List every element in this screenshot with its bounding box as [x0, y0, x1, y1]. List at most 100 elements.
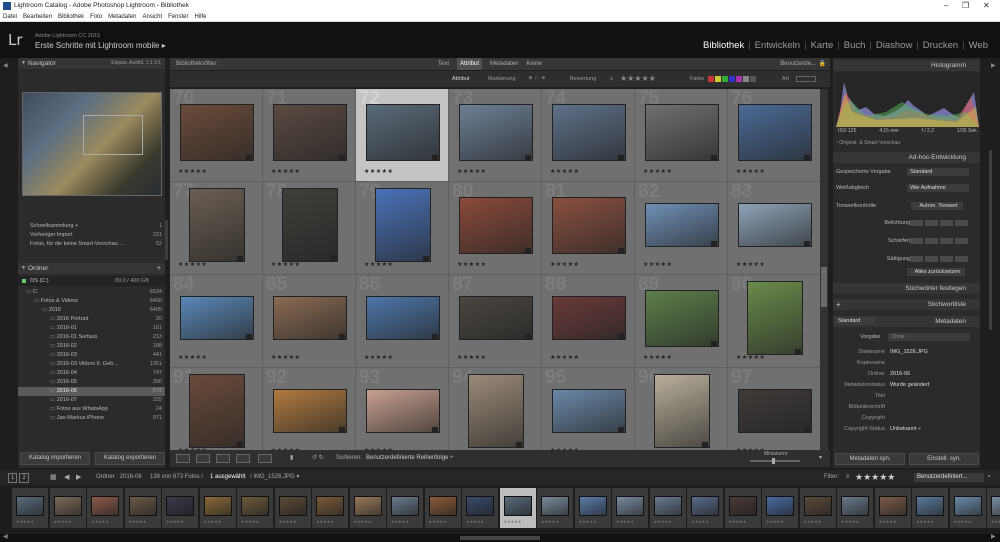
drive-row[interactable]: OS (C:) 89,0 / 400 GB [18, 276, 165, 286]
kind-filter-icons[interactable] [796, 76, 816, 82]
rating-stars[interactable]: ★★★★★ [550, 261, 579, 268]
menu-item[interactable]: Foto [90, 12, 102, 21]
thumbnail[interactable] [737, 203, 812, 247]
metadata-preset-select[interactable]: Standard [835, 317, 875, 325]
filmstrip-thumb[interactable]: ★★★★★ [424, 488, 461, 528]
grid-cell[interactable]: 75 ★★★★★ [635, 89, 728, 182]
catalog-item[interactable]: Vorheriger Import 221 [18, 231, 165, 240]
grid-cell[interactable]: 76 ★★★★★ [728, 89, 820, 182]
filmstrip-filter-preset[interactable]: Benutzerdefiniert... [914, 473, 984, 482]
thumbnail[interactable] [365, 296, 440, 340]
metadata-field-value[interactable]: Wurde geändert [890, 380, 929, 390]
filmstrip-thumb[interactable]: ★★★★★ [874, 488, 911, 528]
right-panel-toggle-icon[interactable]: ▶ [991, 62, 996, 69]
catalog-title[interactable]: Erste Schritte mit Lightroom mobile ▸ [35, 41, 166, 50]
rating-stars[interactable]: ★★★★★ [736, 261, 765, 268]
thumbnail[interactable] [272, 296, 347, 340]
color-swatch[interactable] [736, 76, 742, 82]
filmstrip-thumb[interactable]: ★★★★★ [537, 488, 573, 528]
forward-arrow-icon[interactable]: ▶ [76, 470, 81, 485]
folder-row[interactable]: ▭ 2016-03 441 [18, 351, 165, 360]
rating-stars[interactable]: ★★★★★ [457, 261, 486, 268]
quick-develop-buttons[interactable] [910, 220, 968, 226]
navigator-preview[interactable] [22, 92, 162, 196]
filmstrip-thumb[interactable]: ★★★★★ [574, 488, 611, 528]
module-web[interactable]: Web [965, 40, 992, 51]
filmstrip-thumb[interactable]: ★★★★★ [649, 488, 686, 528]
keywording-header[interactable]: Stichwörter festlegen [833, 283, 980, 294]
grid-cell[interactable]: 74 ★★★★★ [542, 89, 635, 182]
grid-cell[interactable]: 89 ★★★★★ [635, 274, 728, 368]
menu-item[interactable]: Bearbeiten [23, 12, 52, 21]
grid-cell[interactable]: 78 ★★★★★ [263, 181, 356, 275]
folder-row[interactable]: ▭ Jan-Markus iPhone 971 [18, 414, 165, 423]
histogram-header[interactable]: Histogramm [833, 60, 980, 71]
folder-row[interactable]: ▭ 2016-04 747 [18, 369, 165, 378]
rating-stars[interactable]: ★★★★★ [643, 168, 672, 175]
metadata-field-value[interactable]: Unbekannt ÷ [890, 424, 921, 434]
rating-stars[interactable]: ★★★★★ [550, 168, 579, 175]
white-balance-select[interactable]: Wie Aufnahme [907, 184, 969, 192]
color-swatch[interactable] [715, 76, 721, 82]
sync-metadata-button[interactable]: Metadaten syn. [835, 453, 905, 465]
grid-cell[interactable]: 88 ★★★★★ [542, 274, 635, 368]
thumbnail[interactable] [188, 374, 245, 448]
filmstrip-filter-stars[interactable]: ★★★★★ [855, 470, 895, 485]
filmstrip-thumb[interactable]: ★★★★★ [724, 488, 761, 528]
rating-stars[interactable]: ★★★★★ [364, 168, 393, 175]
rating-stars[interactable]: ★★★★★ [736, 168, 765, 175]
folder-row[interactable]: ▭ Fotos aus WhatsApp 24 [18, 405, 165, 414]
filmstrip-thumb[interactable]: ★★★★★ [949, 488, 986, 528]
menu-item[interactable]: Ansicht [142, 12, 162, 21]
folder-row[interactable]: ▭ 2016 6405 [18, 306, 165, 315]
thumbnail-size-slider[interactable] [750, 458, 800, 464]
filmstrip-thumb[interactable]: ★★★★★ [912, 488, 948, 528]
grid-cell[interactable]: 86 ★★★★★ [356, 274, 449, 368]
grid-cell[interactable]: 77 ★★★★★ [170, 181, 263, 275]
grid-scrollbar[interactable] [820, 89, 828, 450]
thumbnail[interactable] [644, 289, 719, 347]
thumbnail[interactable] [737, 103, 812, 161]
thumbnail[interactable] [644, 103, 719, 161]
loupe-view-icon[interactable] [196, 454, 210, 463]
thumbnail[interactable] [281, 188, 338, 262]
folder-row[interactable]: ▭ 2016-05 390 [18, 378, 165, 387]
filmstrip-thumb[interactable]: ★★★★★ [312, 488, 348, 528]
menu-item[interactable]: Hilfe [194, 12, 206, 21]
color-swatch[interactable] [708, 76, 714, 82]
grid-scroll-thumb[interactable] [821, 267, 827, 307]
thumbnail[interactable] [551, 196, 626, 254]
filmstrip-thumb[interactable]: ★★★★★ [162, 488, 198, 528]
filter-tab-keine[interactable]: Keine [526, 58, 541, 70]
color-label-swatches[interactable] [708, 76, 756, 82]
export-catalog-button[interactable]: Katalog exportieren [95, 452, 165, 465]
keyword-list-header[interactable]: + Stichwortliste [833, 299, 980, 310]
thumbnail[interactable] [746, 281, 803, 355]
navigator-header[interactable]: ▼ Navigator Einpas. Ausfül. 1:1 3:1 [18, 58, 165, 69]
catalog-item[interactable]: Fotos, für die keine Smart-Vorschau ... 5… [18, 240, 165, 249]
grid-cell[interactable]: 97★★★★★ [728, 367, 820, 450]
folder-row[interactable]: ▭ 2016-02 188 [18, 342, 165, 351]
module-drucken[interactable]: Drucken [919, 40, 962, 51]
thumbnail[interactable] [551, 296, 626, 340]
right-scrollbar[interactable] [989, 150, 992, 330]
grid-cell[interactable]: 91★★★★★ [170, 367, 263, 450]
folder-row[interactable]: ▭ 2016-06 673 [18, 387, 165, 396]
grid-cell[interactable]: 81 ★★★★★ [542, 181, 635, 275]
rotate-icons[interactable]: ↺ ↻ [312, 450, 324, 467]
grid-cell[interactable]: 73 ★★★★★ [449, 89, 542, 182]
rating-stars[interactable]: ★★★★★ [271, 168, 300, 175]
filmstrip-scroll-left-icon[interactable]: ◀ [3, 533, 8, 540]
navigator-zoom-options[interactable]: Einpas. Ausfül. 1:1 3:1 [111, 58, 161, 69]
grid-cell[interactable]: 71 ★★★★★ [263, 89, 356, 182]
filmstrip-lock-icon[interactable]: ▪ [988, 470, 990, 485]
color-swatch[interactable] [729, 76, 735, 82]
thumbnail[interactable] [653, 374, 710, 448]
rating-stars[interactable]: ★★★★★ [271, 354, 300, 361]
filmstrip-thumb[interactable]: ★★★★★ [349, 488, 386, 528]
grid-icon[interactable]: ▦ [50, 470, 57, 485]
rating-stars[interactable]: ★★★★★ [364, 354, 393, 361]
grid-cell[interactable]: 84 ★★★★★ [170, 274, 263, 368]
source-path[interactable]: Ordner : 2016-06 [96, 470, 142, 485]
grid-cell[interactable]: 94 [449, 367, 542, 450]
